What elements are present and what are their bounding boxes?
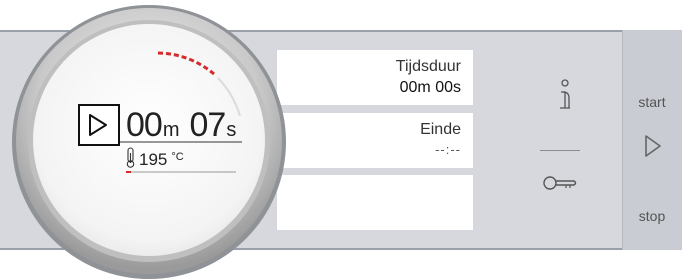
info-column — [520, 30, 620, 250]
play-icon[interactable] — [78, 104, 120, 146]
seconds-unit: s — [226, 119, 237, 141]
duration-field[interactable]: Tijdsduur 00m 00s — [277, 50, 473, 105]
divider — [540, 150, 580, 151]
info-icon[interactable] — [555, 78, 575, 112]
end-label: Einde — [420, 121, 461, 138]
duration-label: Tijdsduur — [395, 58, 461, 75]
start-label: start — [638, 94, 666, 110]
timer-readout: 00m 07s — [126, 106, 236, 145]
key-lock-icon[interactable] — [541, 173, 581, 193]
duration-value: 00m 00s — [399, 79, 461, 96]
seconds-value: 07 — [189, 106, 227, 144]
empty-field[interactable] — [277, 175, 473, 230]
temperature-value: 195 — [139, 150, 168, 169]
end-field[interactable]: Einde --:-- — [277, 113, 473, 168]
start-stop-panel[interactable]: start stop — [622, 30, 682, 250]
play-outline-icon[interactable] — [643, 134, 663, 158]
temperature-unit: °C — [171, 151, 184, 163]
end-value: --:-- — [435, 142, 461, 157]
stop-label: stop — [638, 208, 666, 224]
minutes-value: 00 — [126, 106, 163, 144]
minutes-unit: m — [162, 119, 180, 141]
temperature-readout: 195 °C — [139, 150, 184, 170]
